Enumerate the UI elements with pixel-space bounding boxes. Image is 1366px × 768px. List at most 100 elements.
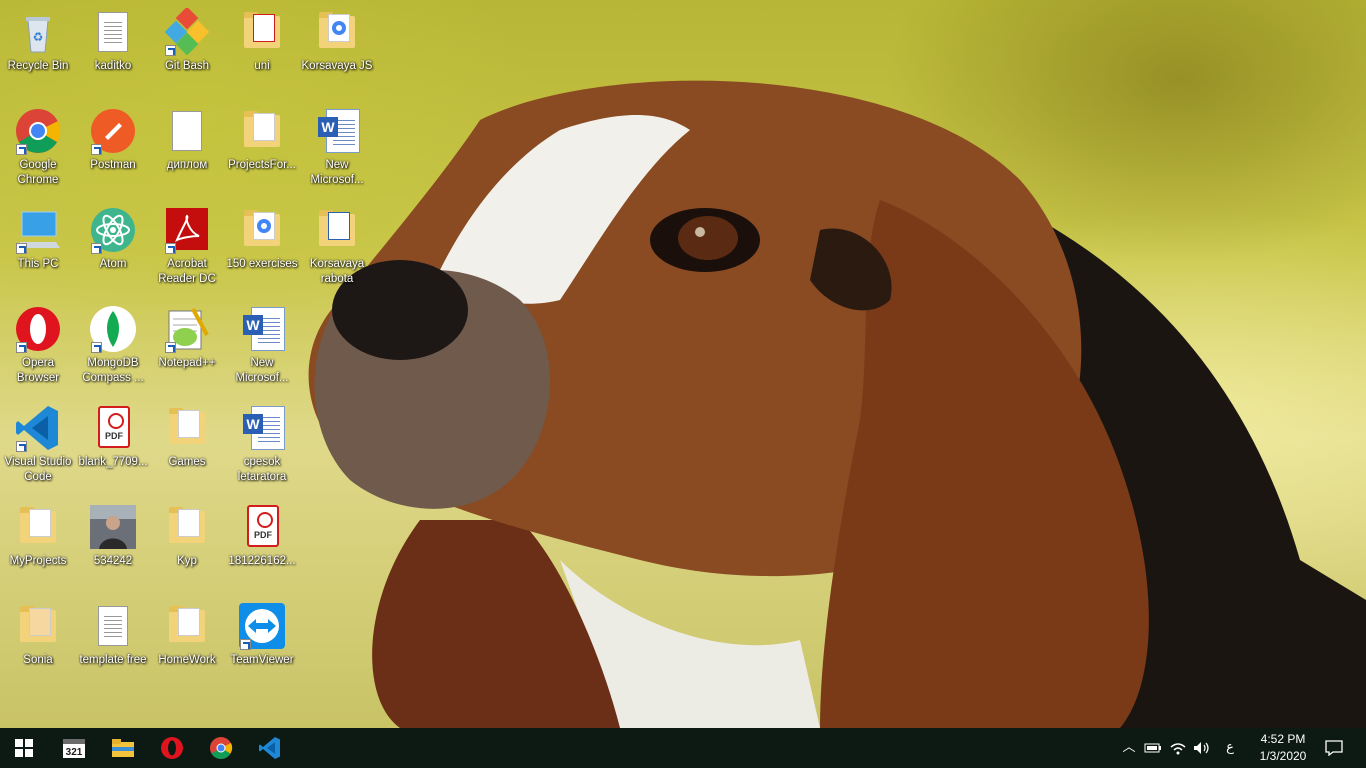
battery-icon[interactable] <box>1143 738 1163 758</box>
taskbar-file-explorer[interactable] <box>99 728 147 768</box>
desktop-icon-label: Git Bash <box>164 60 210 72</box>
desktop-icon-181226162[interactable]: PDF 181226162... <box>224 503 300 569</box>
desktop-icon-label: Google Chrome <box>17 159 59 186</box>
wifi-icon[interactable] <box>1168 738 1188 758</box>
chrome-icon <box>14 107 62 155</box>
shortcut-arrow-icon <box>91 144 102 155</box>
desktop-icon-150-exercises[interactable]: 150 exercises <box>224 206 300 272</box>
word-doc-icon: W <box>313 107 361 155</box>
desktop-icon-label: Acrobat Reader DC <box>158 258 216 285</box>
shortcut-arrow-icon <box>16 441 27 452</box>
desktop-icon-new-microsoft-2[interactable]: W New Microsof... <box>224 305 300 386</box>
desktop-icon-recycle-bin[interactable]: ♻ Recycle Bin <box>0 8 76 74</box>
taskbar-calendar-app[interactable]: 321 <box>50 728 98 768</box>
desktop-icon-atom[interactable]: Atom <box>75 206 151 272</box>
mongodb-icon <box>89 305 137 353</box>
taskbar-vscode[interactable] <box>246 728 294 768</box>
desktop-icon-kyp[interactable]: Kyp <box>149 503 225 569</box>
desktop-icon-cpesok-letaratora[interactable]: W cpesok letaratora <box>224 404 300 485</box>
desktop-icon-label: Opera Browser <box>16 357 60 384</box>
desktop-icon-postman[interactable]: Postman <box>75 107 151 173</box>
desktop-icon-google-chrome[interactable]: Google Chrome <box>0 107 76 188</box>
pdf-file-icon: PDF <box>238 503 286 551</box>
shortcut-arrow-icon <box>16 144 27 155</box>
taskbar-opera[interactable] <box>148 728 196 768</box>
desktop-icon-projectsfor[interactable]: ProjectsFor... <box>224 107 300 173</box>
desktop-icon-korsavaya-rabota[interactable]: Korsavaya rabota <box>299 206 375 287</box>
teamviewer-icon <box>238 602 286 650</box>
desktop-icon-template-free[interactable]: template free <box>75 602 151 668</box>
folder-icon <box>163 602 211 650</box>
shortcut-arrow-icon <box>16 243 27 254</box>
postman-icon <box>89 107 137 155</box>
desktop-icon-korsavaya-js[interactable]: Korsavaya JS <box>299 8 375 74</box>
acrobat-icon <box>163 206 211 254</box>
desktop-icon-games[interactable]: Games <box>149 404 225 470</box>
desktop-icon-notepadpp[interactable]: Notepad++ <box>149 305 225 371</box>
folder-icon <box>163 503 211 551</box>
desktop-icon-uni[interactable]: uni <box>224 8 300 74</box>
chrome-icon <box>210 737 233 759</box>
folder-icon <box>238 107 286 155</box>
desktop-icon-label: Atom <box>99 258 127 270</box>
desktop-icon-acrobat[interactable]: Acrobat Reader DC <box>149 206 225 287</box>
taskbar: 321 ︿ ع 4:52 PM 1/3/2020 <box>0 728 1366 768</box>
start-icon <box>15 739 33 757</box>
vscode-icon <box>259 737 280 759</box>
folder-icon <box>163 404 211 452</box>
desktop-icon-mongodb[interactable]: MongoDB Compass ... <box>75 305 151 386</box>
volume-icon[interactable] <box>1192 738 1212 758</box>
shortcut-arrow-icon <box>165 45 176 56</box>
desktop-icon-label: TeamViewer <box>230 654 294 666</box>
desktop-icon-label: cpesok letaratora <box>237 456 287 483</box>
desktop-icon-myprojects[interactable]: MyProjects <box>0 503 76 569</box>
shortcut-arrow-icon <box>91 342 102 353</box>
desktop-icon-label: New Microsof... <box>235 357 289 384</box>
input-language-button[interactable]: ع <box>1220 738 1240 758</box>
desktop-icon-diplom[interactable]: диплом <box>149 107 225 173</box>
desktop-icon-vscode[interactable]: Visual Studio Code <box>0 404 76 485</box>
desktop-icon-label: Sonia <box>23 654 53 666</box>
desktop-icon-this-pc[interactable]: This PC <box>0 206 76 272</box>
show-hidden-icons-button[interactable]: ︿ <box>1119 738 1139 758</box>
desktop-icon-label: диплом <box>166 159 208 171</box>
atom-icon <box>89 206 137 254</box>
desktop-icon-label: This PC <box>17 258 59 270</box>
chevron-up-icon: ︿ <box>1122 740 1136 755</box>
desktop-icon-534242[interactable]: 534242 <box>75 503 151 569</box>
desktop-icon-kaditko[interactable]: kaditko <box>75 8 151 74</box>
photo-icon <box>89 503 137 551</box>
word-doc-icon: W <box>238 404 286 452</box>
desktop-icon-label: Korsavaya rabota <box>309 258 365 285</box>
shortcut-arrow-icon <box>91 243 102 254</box>
action-center-button[interactable] <box>1322 738 1346 758</box>
desktop-icon-opera[interactable]: Opera Browser <box>0 305 76 386</box>
desktop-icon-sonia[interactable]: Sonia <box>0 602 76 668</box>
clock[interactable]: 4:52 PM 1/3/2020 <box>1248 731 1318 765</box>
opera-icon <box>14 305 62 353</box>
desktop[interactable]: ♻ Recycle Bin kaditko Git Bash uni Korsa… <box>0 0 1366 728</box>
shortcut-arrow-icon <box>16 342 27 353</box>
folder-icon <box>313 8 361 56</box>
desktop-icon-label: 181226162... <box>228 555 296 567</box>
desktop-icon-teamviewer[interactable]: TeamViewer <box>224 602 300 668</box>
desktop-icon-homework[interactable]: HomeWork <box>149 602 225 668</box>
desktop-icon-git-bash[interactable]: Git Bash <box>149 6 225 74</box>
pdf-file-icon: PDF <box>89 404 137 452</box>
opera-icon <box>161 737 183 759</box>
desktop-icon-label: Korsavaya JS <box>301 60 373 72</box>
desktop-icon-label: MyProjects <box>9 555 67 567</box>
folder-icon <box>313 206 361 254</box>
start-button[interactable] <box>0 728 48 768</box>
taskbar-chrome[interactable] <box>197 728 245 768</box>
desktop-icon-label: template free <box>79 654 147 666</box>
folder-icon <box>238 206 286 254</box>
desktop-icon-new-microsoft-1[interactable]: W New Microsof... <box>299 107 375 188</box>
desktop-icon-blank-7709[interactable]: PDF blank_7709... <box>75 404 151 470</box>
desktop-icon-label: 150 exercises <box>226 258 298 270</box>
notification-icon <box>1325 740 1343 757</box>
recycle-bin-icon: ♻ <box>14 8 62 56</box>
text-file-icon <box>89 602 137 650</box>
calendar-badge: 321 <box>66 747 83 758</box>
desktop-icon-label: 534242 <box>93 555 133 567</box>
